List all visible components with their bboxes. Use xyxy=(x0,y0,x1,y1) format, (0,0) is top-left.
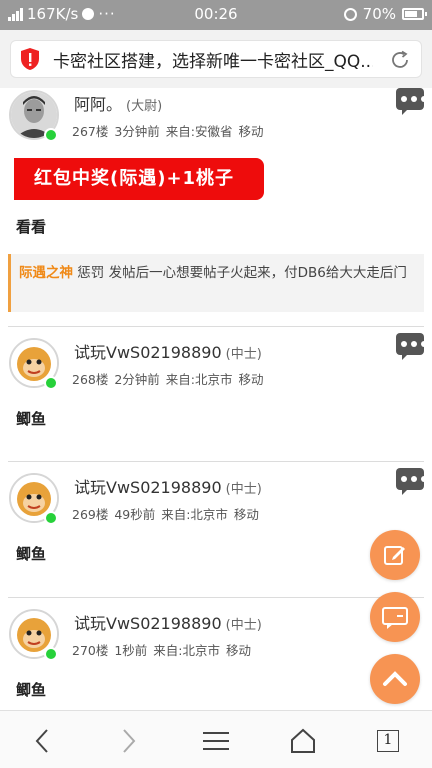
home-icon xyxy=(291,728,315,753)
edit-post-button[interactable] xyxy=(370,530,420,580)
refresh-icon[interactable] xyxy=(389,49,411,71)
scroll-top-button[interactable] xyxy=(370,654,420,704)
comment-icon xyxy=(382,607,408,629)
thread-content: 阿阿。 (大尉) 267楼 3分钟前 来自:安徽省 移动 红包中奖(际遇)+1桃子… xyxy=(0,88,432,710)
address-box[interactable]: 卡密社区搭建，选择新唯一卡密社区_QQ... xyxy=(10,40,422,78)
comment-button[interactable] xyxy=(370,592,420,642)
edit-icon xyxy=(384,546,405,565)
bottom-nav: 1 xyxy=(0,710,432,768)
online-indicator xyxy=(44,511,58,525)
author-rank: (中士) xyxy=(225,347,262,362)
quote-block: 际遇之神 惩罚 发帖后一心想要帖子火起来，付DB6给大大走后门 xyxy=(8,254,424,312)
author-name-text: 试玩VwS02198890 xyxy=(74,343,222,362)
divider xyxy=(8,461,424,462)
forward-button[interactable] xyxy=(114,727,144,755)
reply-button[interactable] xyxy=(396,333,427,360)
home-button[interactable] xyxy=(288,727,318,755)
author-name[interactable]: 试玩VwS02198890 (中士) xyxy=(74,474,262,498)
post-text: 鲫鱼 xyxy=(16,681,47,699)
tabs-button[interactable]: 1 xyxy=(373,727,403,755)
quote-text: 惩罚 发帖后一心想要帖子火起来，付DB6给大大走后门 xyxy=(77,265,407,281)
menu-button[interactable] xyxy=(201,727,231,755)
status-right: 70% xyxy=(343,5,427,23)
reply-button[interactable] xyxy=(396,468,427,495)
online-indicator xyxy=(44,647,58,661)
post-text: 鲫鱼 xyxy=(16,410,47,428)
author-name[interactable]: 阿阿。 (大尉) xyxy=(74,91,162,115)
chevron-left-icon xyxy=(35,729,48,753)
post-text: 鲫鱼 xyxy=(16,545,47,563)
divider xyxy=(8,597,424,598)
status-bar: 167K/s ··· 00:26 70% xyxy=(0,0,432,30)
post-meta: 270楼 1秒前 来自:北京市 移动 xyxy=(72,643,251,658)
shield-warning-icon xyxy=(21,48,39,70)
author-name-text: 阿阿。 xyxy=(74,95,123,114)
battery-percent: 70% xyxy=(362,5,396,23)
online-indicator xyxy=(44,376,58,390)
reply-button[interactable] xyxy=(396,88,427,115)
divider xyxy=(8,326,424,327)
author-rank: (大尉) xyxy=(126,99,163,114)
author-name-text: 试玩VwS02198890 xyxy=(74,478,222,497)
battery-icon xyxy=(402,8,427,20)
author-rank: (中士) xyxy=(225,482,262,497)
post-meta: 267楼 3分钟前 来自:安徽省 移动 xyxy=(72,124,264,139)
author-name[interactable]: 试玩VwS02198890 (中士) xyxy=(74,610,262,634)
author-name[interactable]: 试玩VwS02198890 (中士) xyxy=(74,339,262,363)
tab-count: 1 xyxy=(377,730,399,752)
back-button[interactable] xyxy=(27,727,57,755)
red-packet-banner: 红包中奖(际遇)+1桃子 xyxy=(14,158,264,200)
chevron-up-icon xyxy=(383,671,407,686)
post-text: 看看 xyxy=(16,218,47,236)
post-meta: 269楼 49秒前 来自:北京市 移动 xyxy=(72,507,259,522)
quote-author[interactable]: 际遇之神 xyxy=(19,265,73,281)
chevron-right-icon xyxy=(123,729,136,753)
author-rank: (中士) xyxy=(225,618,262,633)
alarm-icon xyxy=(343,7,357,21)
online-indicator xyxy=(44,128,58,142)
menu-icon xyxy=(203,732,229,750)
page-title: 卡密社区搭建，选择新唯一卡密社区_QQ... xyxy=(53,51,373,72)
title-bar: 卡密社区搭建，选择新唯一卡密社区_QQ... xyxy=(0,30,432,88)
author-name-text: 试玩VwS02198890 xyxy=(74,614,222,633)
post-meta: 268楼 2分钟前 来自:北京市 移动 xyxy=(72,372,264,387)
